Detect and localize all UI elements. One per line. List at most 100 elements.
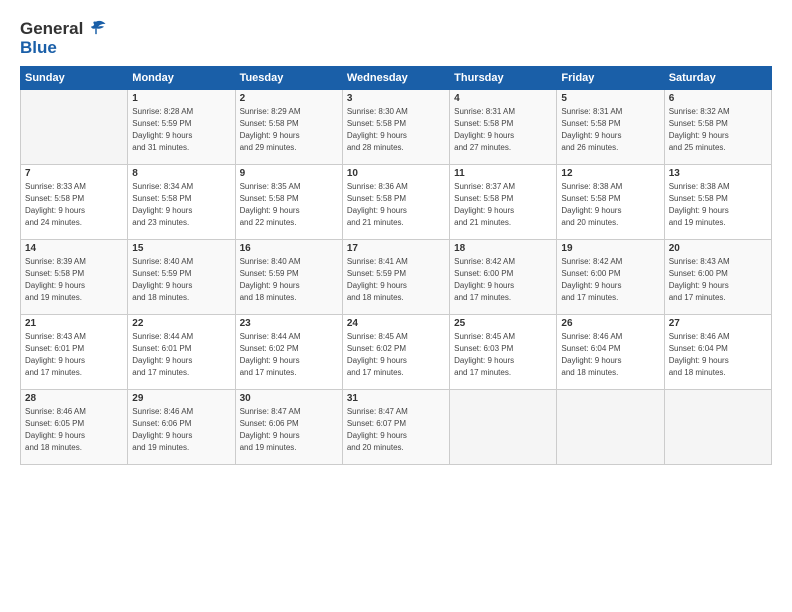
day-info: Sunrise: 8:40 AM Sunset: 5:59 PM Dayligh…	[132, 256, 230, 304]
day-header-monday: Monday	[128, 67, 235, 90]
day-header-thursday: Thursday	[450, 67, 557, 90]
day-info: Sunrise: 8:31 AM Sunset: 5:58 PM Dayligh…	[561, 106, 659, 154]
calendar-cell	[557, 390, 664, 465]
calendar-page: General Blue SundayMondayTuesdayWednesda…	[0, 0, 792, 612]
day-number: 15	[132, 243, 230, 254]
calendar-cell: 17 Sunrise: 8:41 AM Sunset: 5:59 PM Dayli…	[342, 240, 449, 315]
calendar-cell: 19 Sunrise: 8:42 AM Sunset: 6:00 PM Dayli…	[557, 240, 664, 315]
calendar-cell: 22 Sunrise: 8:44 AM Sunset: 6:01 PM Dayli…	[128, 315, 235, 390]
day-header-friday: Friday	[557, 67, 664, 90]
calendar-cell: 11 Sunrise: 8:37 AM Sunset: 5:58 PM Dayli…	[450, 165, 557, 240]
day-info: Sunrise: 8:29 AM Sunset: 5:58 PM Dayligh…	[240, 106, 338, 154]
week-row-2: 7 Sunrise: 8:33 AM Sunset: 5:58 PM Daylig…	[21, 165, 772, 240]
day-number: 1	[132, 93, 230, 104]
calendar-cell: 2 Sunrise: 8:29 AM Sunset: 5:58 PM Daylig…	[235, 90, 342, 165]
calendar-cell: 5 Sunrise: 8:31 AM Sunset: 5:58 PM Daylig…	[557, 90, 664, 165]
day-number: 30	[240, 393, 338, 404]
day-header-saturday: Saturday	[664, 67, 771, 90]
day-info: Sunrise: 8:36 AM Sunset: 5:58 PM Dayligh…	[347, 181, 445, 229]
calendar-cell: 10Sunrise: 8:36 AM Sunset: 5:58 PM Dayli…	[342, 165, 449, 240]
day-info: Sunrise: 8:45 AM Sunset: 6:02 PM Dayligh…	[347, 331, 445, 379]
day-number: 25	[454, 318, 552, 329]
day-number: 31	[347, 393, 445, 404]
day-number: 26	[561, 318, 659, 329]
calendar-cell: 16 Sunrise: 8:40 AM Sunset: 5:59 PM Dayli…	[235, 240, 342, 315]
day-info: Sunrise: 8:47 AM Sunset: 6:06 PM Dayligh…	[240, 406, 338, 454]
calendar-cell: 23 Sunrise: 8:44 AM Sunset: 6:02 PM Dayli…	[235, 315, 342, 390]
day-number: 7	[25, 168, 123, 179]
week-row-3: 14Sunrise: 8:39 AM Sunset: 5:58 PM Dayli…	[21, 240, 772, 315]
calendar-cell: 3 Sunrise: 8:30 AM Sunset: 5:58 PM Daylig…	[342, 90, 449, 165]
calendar-cell: 14Sunrise: 8:39 AM Sunset: 5:58 PM Dayli…	[21, 240, 128, 315]
day-info: Sunrise: 8:30 AM Sunset: 5:58 PM Dayligh…	[347, 106, 445, 154]
day-number: 14	[25, 243, 123, 254]
logo-blue-text: Blue	[20, 38, 57, 58]
calendar-cell: 24 Sunrise: 8:45 AM Sunset: 6:02 PM Dayli…	[342, 315, 449, 390]
day-info: Sunrise: 8:28 AM Sunset: 5:59 PM Dayligh…	[132, 106, 230, 154]
day-number: 11	[454, 168, 552, 179]
day-number: 13	[669, 168, 767, 179]
day-number: 18	[454, 243, 552, 254]
day-info: Sunrise: 8:42 AM Sunset: 6:00 PM Dayligh…	[561, 256, 659, 304]
calendar-cell: 8Sunrise: 8:34 AM Sunset: 5:58 PM Daylig…	[128, 165, 235, 240]
day-number: 27	[669, 318, 767, 329]
day-number: 9	[240, 168, 338, 179]
calendar-cell	[450, 390, 557, 465]
day-info: Sunrise: 8:41 AM Sunset: 5:59 PM Dayligh…	[347, 256, 445, 304]
day-number: 5	[561, 93, 659, 104]
logo-general-text: General	[20, 19, 83, 39]
calendar-cell: 6 Sunrise: 8:32 AM Sunset: 5:58 PM Daylig…	[664, 90, 771, 165]
week-row-5: 28Sunrise: 8:46 AM Sunset: 6:05 PM Dayli…	[21, 390, 772, 465]
day-info: Sunrise: 8:45 AM Sunset: 6:03 PM Dayligh…	[454, 331, 552, 379]
day-header-sunday: Sunday	[21, 67, 128, 90]
calendar-cell: 30 Sunrise: 8:47 AM Sunset: 6:06 PM Dayli…	[235, 390, 342, 465]
day-info: Sunrise: 8:37 AM Sunset: 5:58 PM Dayligh…	[454, 181, 552, 229]
calendar-cell: 13Sunrise: 8:38 AM Sunset: 5:58 PM Dayli…	[664, 165, 771, 240]
calendar-cell: 7 Sunrise: 8:33 AM Sunset: 5:58 PM Daylig…	[21, 165, 128, 240]
calendar-cell	[21, 90, 128, 165]
day-number: 22	[132, 318, 230, 329]
day-info: Sunrise: 8:42 AM Sunset: 6:00 PM Dayligh…	[454, 256, 552, 304]
day-number: 24	[347, 318, 445, 329]
day-header-tuesday: Tuesday	[235, 67, 342, 90]
day-info: Sunrise: 8:31 AM Sunset: 5:58 PM Dayligh…	[454, 106, 552, 154]
week-row-4: 21Sunrise: 8:43 AM Sunset: 6:01 PM Dayli…	[21, 315, 772, 390]
day-info: Sunrise: 8:46 AM Sunset: 6:06 PM Dayligh…	[132, 406, 230, 454]
calendar-cell: 21Sunrise: 8:43 AM Sunset: 6:01 PM Dayli…	[21, 315, 128, 390]
day-number: 6	[669, 93, 767, 104]
header-row: SundayMondayTuesdayWednesdayThursdayFrid…	[21, 67, 772, 90]
day-number: 19	[561, 243, 659, 254]
day-number: 8	[132, 168, 230, 179]
day-number: 23	[240, 318, 338, 329]
calendar-cell: 4Sunrise: 8:31 AM Sunset: 5:58 PM Daylig…	[450, 90, 557, 165]
calendar-cell	[664, 390, 771, 465]
day-number: 17	[347, 243, 445, 254]
day-info: Sunrise: 8:46 AM Sunset: 6:05 PM Dayligh…	[25, 406, 123, 454]
calendar-cell: 28Sunrise: 8:46 AM Sunset: 6:05 PM Dayli…	[21, 390, 128, 465]
calendar-cell: 15 Sunrise: 8:40 AM Sunset: 5:59 PM Dayli…	[128, 240, 235, 315]
day-info: Sunrise: 8:40 AM Sunset: 5:59 PM Dayligh…	[240, 256, 338, 304]
calendar-cell: 31Sunrise: 8:47 AM Sunset: 6:07 PM Dayli…	[342, 390, 449, 465]
day-info: Sunrise: 8:46 AM Sunset: 6:04 PM Dayligh…	[561, 331, 659, 379]
calendar-cell: 27Sunrise: 8:46 AM Sunset: 6:04 PM Dayli…	[664, 315, 771, 390]
day-info: Sunrise: 8:38 AM Sunset: 5:58 PM Dayligh…	[561, 181, 659, 229]
week-row-1: 1 Sunrise: 8:28 AM Sunset: 5:59 PM Daylig…	[21, 90, 772, 165]
day-info: Sunrise: 8:44 AM Sunset: 6:01 PM Dayligh…	[132, 331, 230, 379]
day-info: Sunrise: 8:44 AM Sunset: 6:02 PM Dayligh…	[240, 331, 338, 379]
day-info: Sunrise: 8:33 AM Sunset: 5:58 PM Dayligh…	[25, 181, 123, 229]
day-number: 16	[240, 243, 338, 254]
day-info: Sunrise: 8:43 AM Sunset: 6:00 PM Dayligh…	[669, 256, 767, 304]
header-area: General Blue	[20, 18, 772, 58]
day-info: Sunrise: 8:43 AM Sunset: 6:01 PM Dayligh…	[25, 331, 123, 379]
calendar-cell: 12 Sunrise: 8:38 AM Sunset: 5:58 PM Dayli…	[557, 165, 664, 240]
calendar-cell: 25 Sunrise: 8:45 AM Sunset: 6:03 PM Dayli…	[450, 315, 557, 390]
day-info: Sunrise: 8:35 AM Sunset: 5:58 PM Dayligh…	[240, 181, 338, 229]
logo-bird-icon	[85, 18, 107, 40]
day-number: 3	[347, 93, 445, 104]
day-number: 20	[669, 243, 767, 254]
day-info: Sunrise: 8:32 AM Sunset: 5:58 PM Dayligh…	[669, 106, 767, 154]
day-number: 12	[561, 168, 659, 179]
day-number: 2	[240, 93, 338, 104]
calendar-cell: 9 Sunrise: 8:35 AM Sunset: 5:58 PM Daylig…	[235, 165, 342, 240]
calendar-cell: 29Sunrise: 8:46 AM Sunset: 6:06 PM Dayli…	[128, 390, 235, 465]
